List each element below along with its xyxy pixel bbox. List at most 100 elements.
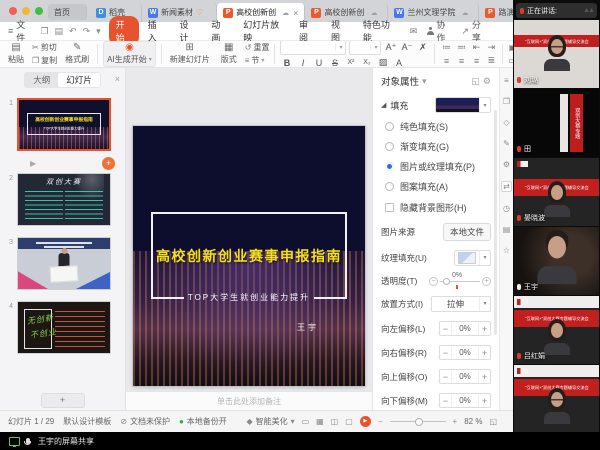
tab-slides[interactable]: 幻灯片 (58, 73, 100, 87)
clear-format-icon[interactable]: ✗ (416, 42, 429, 53)
video-tile[interactable]: 双创大赛专题 田 (514, 89, 599, 157)
fill-radio-option[interactable]: 图片或纹理填充(P) (381, 160, 491, 173)
print-icon[interactable] (55, 26, 64, 37)
local-file-button[interactable]: 本地文件 (443, 223, 491, 241)
chevron-down-icon[interactable]: ▾ (422, 76, 427, 87)
zoom-slider[interactable] (390, 421, 446, 422)
underline-button[interactable]: U (312, 58, 325, 68)
reset-button[interactable]: 重置 (245, 42, 270, 53)
normal-view-icon[interactable]: ▭ (302, 417, 310, 426)
add-slide-button[interactable]: + (41, 393, 85, 408)
highlight-color-icon[interactable]: ▨ (376, 57, 389, 68)
protection-status[interactable]: ⊘ 文档未保护 (120, 416, 170, 427)
font-size-select[interactable]: ▾ (349, 41, 381, 55)
notes-pane-icon[interactable]: ▤ (503, 225, 511, 234)
edit-pane-icon[interactable]: ✎ (503, 139, 510, 148)
minus-icon[interactable]: − (440, 323, 451, 335)
decrease-font-icon[interactable]: A⁻ (400, 42, 413, 53)
history-pane-icon[interactable]: ◷ (503, 204, 510, 213)
zoom-slider-handle[interactable] (415, 418, 423, 426)
slide-canvas[interactable]: 高校创新创业赛事申报指南 TOP大学生就创业能力提升 王宇 单击此处添加备注 (126, 68, 372, 410)
slide-thumbnail-3[interactable] (17, 237, 111, 290)
font-family-select[interactable]: ▾ (280, 41, 346, 55)
quick-add-slide-icon[interactable]: + (102, 157, 115, 170)
shape-pane-icon[interactable]: ◇ (503, 118, 509, 127)
video-tile[interactable]: “互联网+”双创大赛专题辅导交流会 (514, 365, 599, 432)
video-tile[interactable]: “互联网+”双创大赛专题辅导交流会 刘璐 (514, 20, 599, 88)
fill-radio-option[interactable]: 渐变填充(G) (381, 140, 491, 153)
gear-icon[interactable]: ⚙ (483, 76, 491, 87)
slide-thumbnail-1[interactable]: 高校创新创业赛事申报指南 TOP大学生就创业能力提升 (17, 98, 111, 151)
video-tile[interactable]: “互联网+”双创大赛专题辅导交流会 吕红娟 (514, 296, 599, 364)
reading-view-icon[interactable]: ◫ (331, 417, 339, 426)
close-window-icon[interactable] (9, 7, 17, 15)
copy-button[interactable]: 复制 (32, 55, 57, 66)
message-icon[interactable] (410, 26, 418, 37)
cut-button[interactable]: 剪切 (32, 42, 57, 53)
indent-decrease-icon[interactable]: ⇤ (470, 42, 482, 53)
video-tile[interactable]: 王宇 (514, 227, 599, 295)
pan-tool-icon[interactable]: ▢ (345, 417, 353, 426)
slide-title-box[interactable]: 高校创新创业赛事申报指南 TOP大学生就创业能力提升 (151, 212, 347, 298)
fill-pane-icon[interactable]: ⇄ (501, 181, 512, 192)
align-center-icon[interactable]: ≡ (455, 56, 467, 66)
slide-author[interactable]: 王宇 (297, 322, 319, 333)
offset-stepper[interactable]: − 0% + (439, 369, 491, 384)
indent-increase-icon[interactable]: ⇥ (485, 42, 497, 53)
design-template-name[interactable]: 默认设计模板 (63, 416, 111, 427)
plus-icon[interactable]: + (479, 395, 490, 407)
align-left-icon[interactable]: ≡ (440, 56, 452, 66)
undo-icon[interactable] (69, 26, 77, 37)
slider-plus-icon[interactable]: + (482, 277, 491, 286)
slide-thumbnail-4[interactable]: 无创新 不创业 (17, 301, 111, 354)
zoom-out-icon[interactable]: − (378, 417, 383, 426)
fill-preview-dropdown[interactable]: ▾ (435, 97, 491, 113)
font-color-icon[interactable]: A (392, 58, 405, 68)
expand-panel-icon[interactable]: ◱ (471, 76, 480, 87)
tab-outline[interactable]: 大纲 (25, 73, 58, 87)
notes-field[interactable]: 单击此处添加备注 (126, 391, 372, 410)
slideshow-play-button[interactable]: ▶ (360, 416, 371, 427)
plus-icon[interactable]: + (479, 347, 490, 359)
play-from-slide-icon[interactable]: ▶ (30, 159, 36, 168)
fill-radio-option[interactable]: 纯色填充(S) (381, 120, 491, 133)
plus-icon[interactable]: + (479, 323, 490, 335)
paste-button[interactable]: 粘贴 (5, 42, 27, 66)
minimize-window-icon[interactable] (22, 7, 30, 15)
italic-button[interactable]: I (296, 58, 309, 68)
more-commands-icon[interactable] (96, 26, 101, 37)
fit-to-window-icon[interactable]: ◱ (489, 417, 497, 426)
new-slide-button[interactable]: 新建幻灯片 (167, 42, 213, 66)
increase-font-icon[interactable]: A⁺ (384, 42, 397, 53)
section-button[interactable]: 节▾ (245, 55, 270, 66)
align-right-icon[interactable]: ≡ (470, 56, 482, 66)
favorites-pane-icon[interactable]: ☆ (503, 246, 510, 255)
backup-status[interactable]: ● 本地备份开 (179, 416, 227, 427)
document-tab[interactable]: 首页 (48, 4, 87, 20)
numbered-list-icon[interactable]: ≕ (455, 42, 467, 53)
slider-handle[interactable] (443, 278, 450, 285)
current-slide[interactable]: 高校创新创业赛事申报指南 TOP大学生就创业能力提升 王宇 (133, 126, 365, 386)
bold-button[interactable]: B (280, 58, 293, 68)
offset-stepper[interactable]: − 0% + (439, 393, 491, 408)
slide-sorter-icon[interactable]: ▦ (316, 417, 324, 426)
ai-generate-button[interactable]: AI生成开始▾ (103, 41, 156, 67)
placement-select[interactable]: 拉伸 ▾ (431, 296, 491, 312)
strikethrough-button[interactable]: S (328, 58, 341, 68)
offset-stepper[interactable]: − 0% + (439, 345, 491, 360)
format-painter-button[interactable]: 格式刷 (62, 42, 92, 66)
bullet-list-icon[interactable]: ≔ (440, 42, 452, 53)
transparency-slider[interactable]: − 0% + (429, 277, 491, 286)
fill-radio-option[interactable]: 图案填充(A) (381, 180, 491, 193)
layout-button[interactable]: 版式 (218, 42, 240, 66)
slides-pane-icon[interactable]: ❐ (503, 97, 510, 106)
plus-icon[interactable]: + (479, 371, 490, 383)
panel-menu-icon[interactable]: ≡ (504, 76, 509, 85)
texture-select[interactable]: ▾ (454, 250, 491, 266)
slider-minus-icon[interactable]: − (429, 277, 438, 286)
line-spacing-icon[interactable]: ≣ (485, 55, 497, 66)
video-tile[interactable]: “互联网+”双创大赛专题辅导交流会 晏晓波 (514, 158, 599, 226)
subscript-button[interactable]: X₂ (360, 59, 373, 66)
minus-icon[interactable]: − (440, 395, 451, 407)
settings-pane-icon[interactable]: ⚙ (503, 160, 510, 169)
